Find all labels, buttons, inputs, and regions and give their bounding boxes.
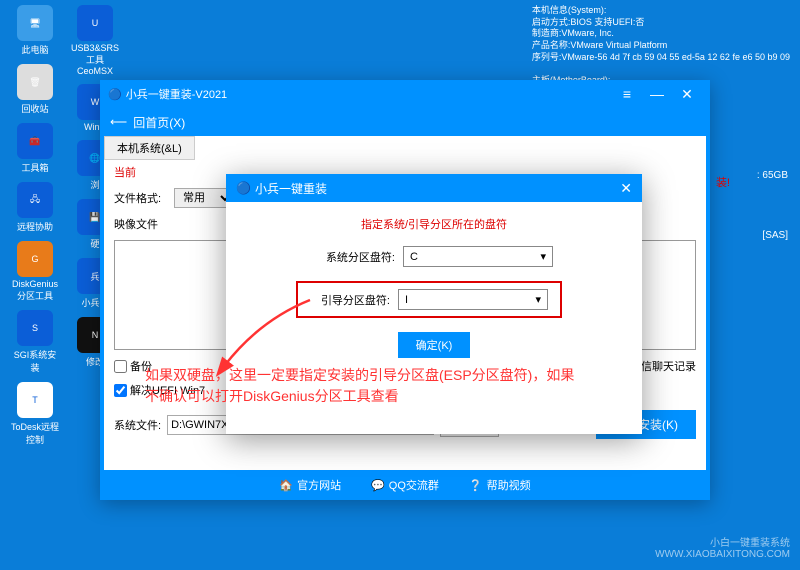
main-title: 小兵一键重装-V2021	[126, 86, 227, 102]
dialog-title-text: 小兵一键重装	[255, 180, 327, 197]
close-button[interactable]: ✕	[672, 84, 702, 104]
desktop-icon-remote[interactable]: 🖧远程协助	[10, 182, 60, 233]
desktop-icons-col1: 🖥此电脑 🗑回收站 🧰工具箱 🖧远程协助 GDiskGenius分区工具 SSG…	[10, 5, 60, 446]
dialog-titlebar: 🔵 小兵一键重装 ✕	[226, 174, 642, 202]
file-format-select[interactable]: 常用	[174, 188, 234, 208]
main-titlebar: 🔵 小兵一键重装-V2021 ≡ — ✕	[100, 80, 710, 108]
desktop-icon-sgi[interactable]: SSGI系统安装	[10, 310, 60, 374]
boot-partition-combo[interactable]: I▾	[398, 289, 548, 310]
image-file-label: 映像文件	[114, 216, 174, 232]
ok-button[interactable]: 确定(K)	[398, 332, 471, 358]
back-arrow-icon[interactable]: ⟵	[110, 115, 127, 129]
desktop-icon-usb[interactable]: UUSB3&SRS工具CeoMSX	[70, 5, 120, 76]
disk-size-text: : 65GB	[757, 170, 788, 181]
home-icon: 🏠	[279, 479, 293, 492]
help-video-link[interactable]: ❔帮助视频	[469, 477, 531, 493]
desktop-icon-recycle[interactable]: 🗑回收站	[10, 64, 60, 115]
desktop-icon-toolbox[interactable]: 🧰工具箱	[10, 123, 60, 174]
dialog-close-button[interactable]: ✕	[620, 180, 632, 197]
settings-button[interactable]: ≡	[612, 84, 642, 104]
annotation-text: 如果双硬盘，这里一定要指定安装的引导分区盘(ESP分区盘符)，如果 不确认可以打…	[145, 365, 685, 407]
sas-text: [SAS]	[762, 230, 788, 241]
dialog-icon: 🔵	[236, 181, 251, 195]
desktop-icon-diskgenius[interactable]: GDiskGenius分区工具	[10, 241, 60, 302]
chevron-down-icon: ▾	[535, 293, 541, 306]
desktop-icon-todesk[interactable]: TToDesk远程控制	[10, 382, 60, 446]
bottom-links: 🏠官方网站 💬QQ交流群 ❔帮助视频	[100, 470, 710, 500]
chevron-down-icon: ▾	[540, 250, 546, 263]
nav-bar: ⟵ 回首页(X)	[100, 108, 710, 136]
sys-partition-combo[interactable]: C▾	[403, 246, 553, 267]
back-link[interactable]: 回首页(X)	[133, 114, 185, 131]
official-site-link[interactable]: 🏠官方网站	[279, 477, 341, 493]
qq-icon: 💬	[371, 479, 385, 492]
help-icon: ❔	[469, 479, 483, 492]
desktop-icon-pc[interactable]: 🖥此电脑	[10, 5, 60, 56]
warning-right: 装!	[716, 174, 730, 190]
tab-local-system[interactable]: 本机系统(&L)	[104, 136, 195, 160]
minimize-button[interactable]: —	[642, 84, 672, 104]
boot-partition-label: 引导分区盘符:	[310, 292, 390, 308]
app-icon: 🔵	[108, 88, 122, 101]
file-format-label: 文件格式:	[114, 190, 174, 206]
sys-partition-label: 系统分区盘符:	[315, 249, 395, 265]
dialog-hint: 指定系统/引导分区所在的盘符	[246, 216, 622, 232]
watermark: 小白一键重装系统 WWW.XIAOBAIXITONG.COM	[655, 534, 790, 560]
sys-file-label: 系统文件:	[114, 417, 161, 433]
qq-group-link[interactable]: 💬QQ交流群	[371, 477, 439, 493]
